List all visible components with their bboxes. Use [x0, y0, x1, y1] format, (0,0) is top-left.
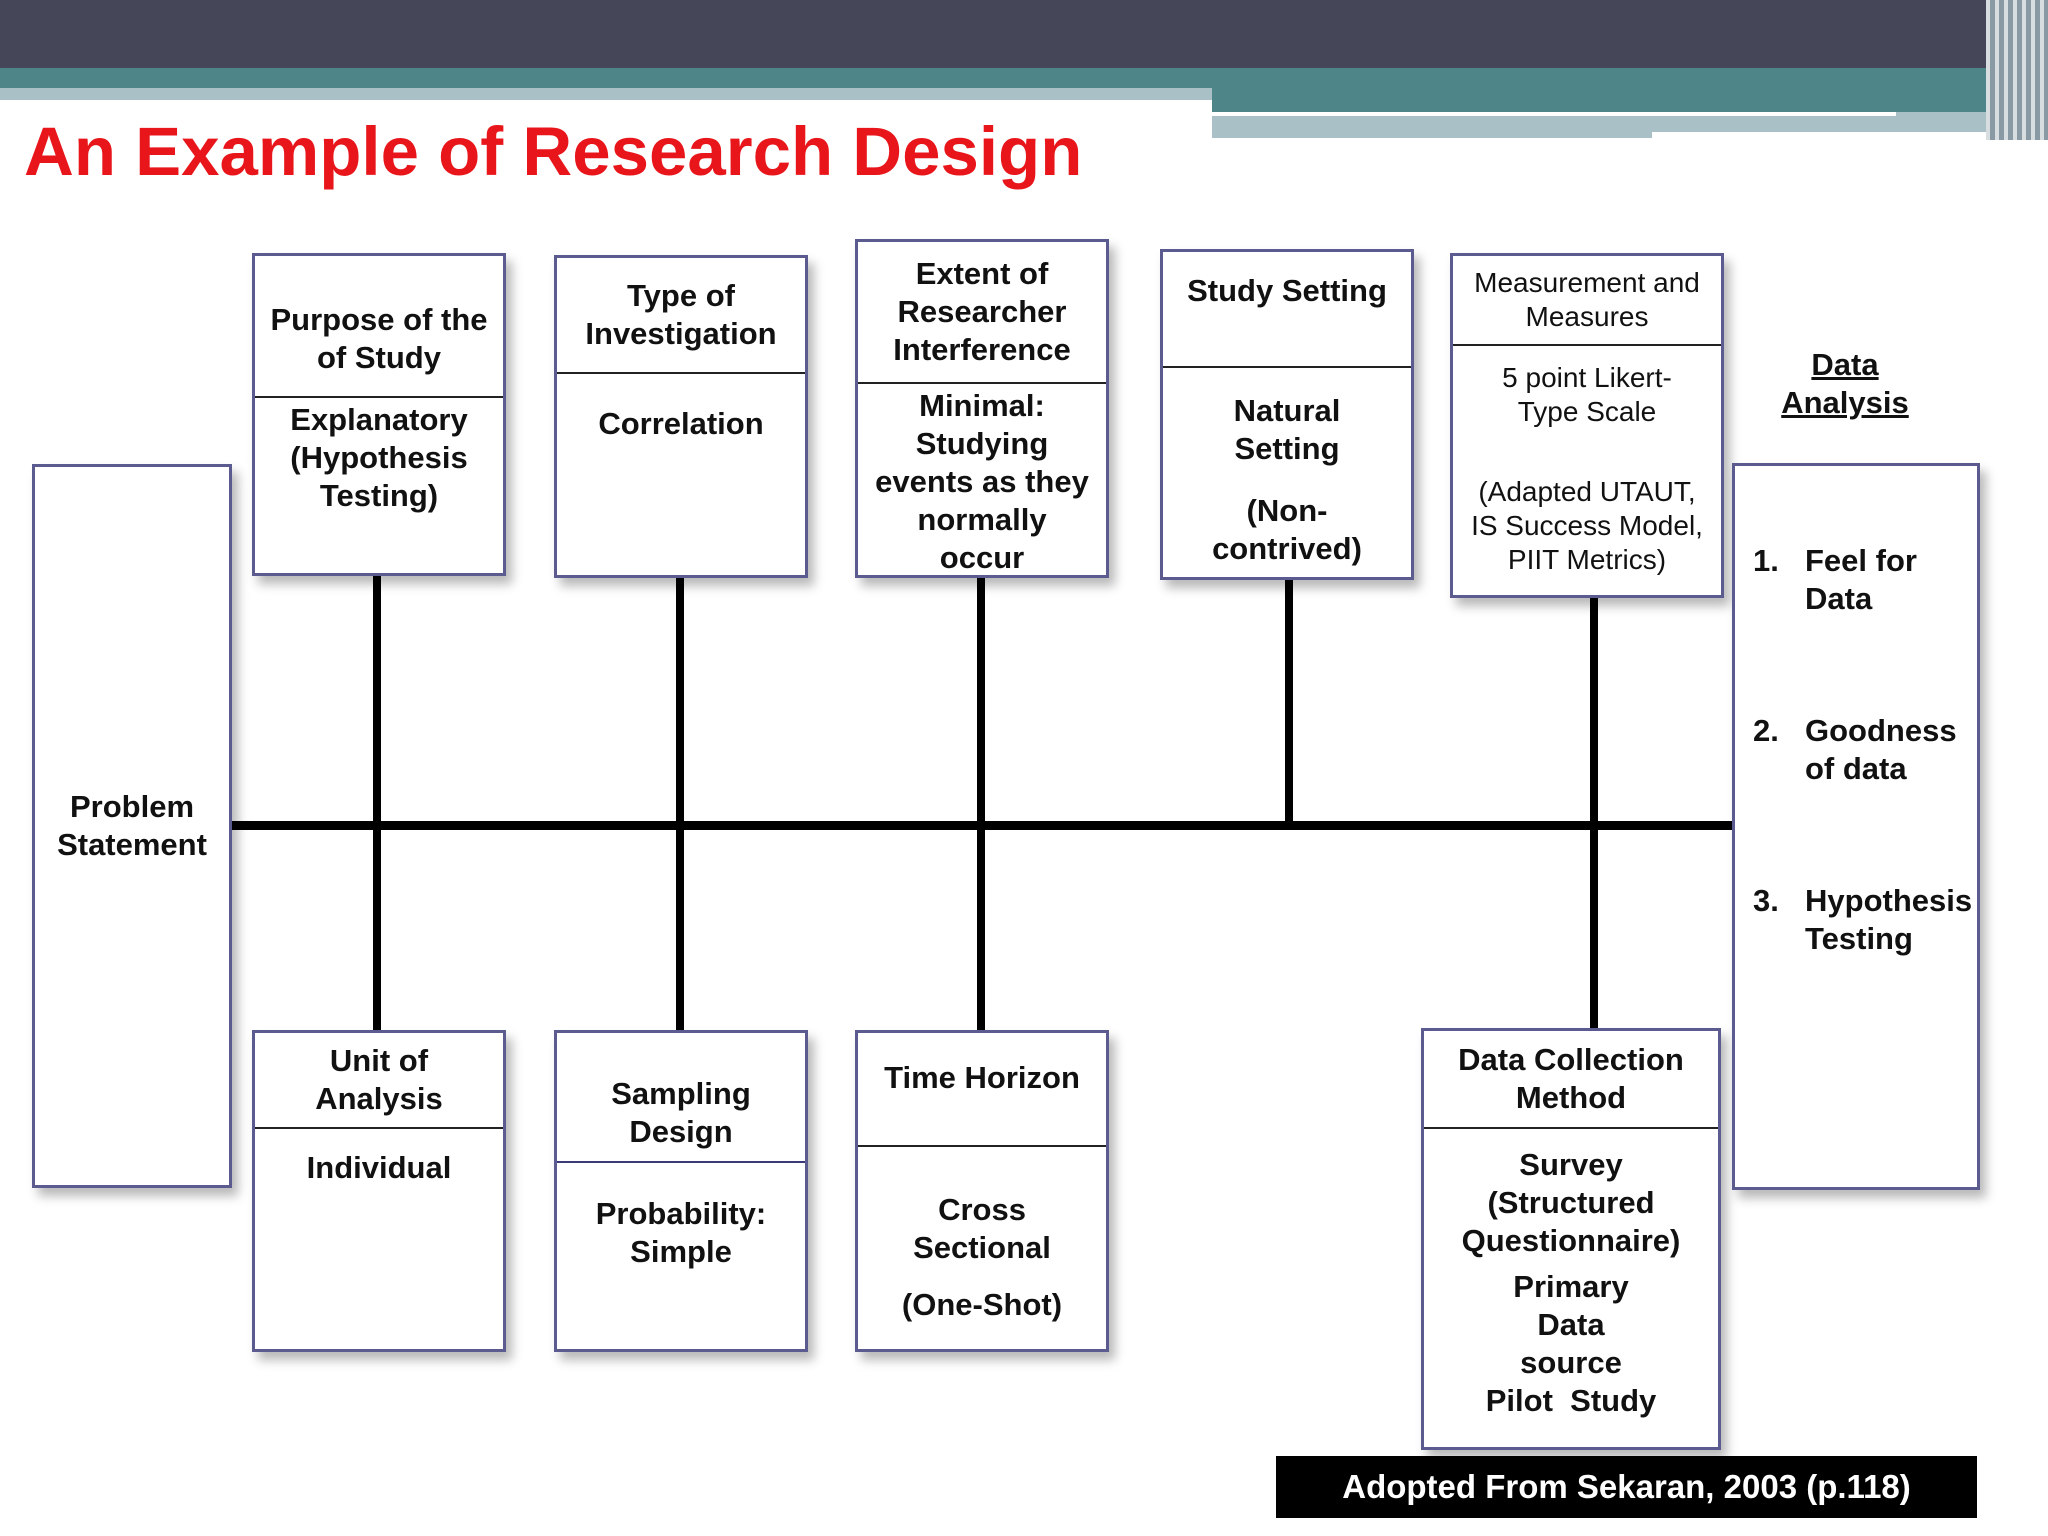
time-horizon-box: Time Horizon Cross Sectional (One-Shot) — [855, 1030, 1109, 1352]
connector-measurement — [1590, 572, 1598, 1030]
sampling-design-divider — [557, 1161, 805, 1163]
investigation-body: Correlation — [598, 406, 764, 441]
citation-banner: Adopted From Sekaran, 2003 (p.118) — [1276, 1456, 1977, 1518]
data-collection-box: Data Collection Method Survey (Structure… — [1421, 1028, 1721, 1450]
slide-title: An Example of Research Design — [24, 113, 1083, 190]
measurement-body-2: (Adapted UTAUT, IS Success Model, PIIT M… — [1471, 476, 1703, 575]
study-setting-body: Natural Setting — [1233, 393, 1341, 466]
measurement-body: 5 point Likert-Type Scale — [1502, 362, 1672, 427]
connector-purpose — [373, 574, 381, 1030]
data-analysis-item-2-text: Goodness of data — [1805, 713, 1957, 786]
interference-box: Extent of Researcher Interference Minima… — [855, 239, 1109, 578]
unit-of-analysis-body: Individual — [306, 1150, 452, 1185]
data-collection-body: Survey (Structured Questionnaire) — [1461, 1147, 1681, 1258]
header-band-teal — [0, 68, 2048, 88]
interference-header: Extent of Researcher Interference — [893, 256, 1071, 367]
time-horizon-body: Cross Sectional — [913, 1192, 1051, 1265]
measurement-box: Measurement and Measures 5 point Likert-… — [1450, 253, 1724, 598]
study-setting-body-2: (Non-contrived) — [1212, 493, 1362, 566]
header-band-teal-right — [1212, 88, 2048, 112]
purpose-body: Explanatory (Hypothesis Testing) — [290, 402, 468, 513]
header-band-light — [0, 88, 1212, 100]
time-horizon-body-2: (One-Shot) — [901, 1287, 1063, 1322]
connector-setting — [1285, 578, 1293, 826]
data-analysis-title: Data Analysis — [1781, 347, 1909, 420]
study-setting-divider — [1163, 366, 1411, 368]
unit-of-analysis-divider — [255, 1127, 503, 1129]
header-band-dark — [0, 0, 2048, 68]
data-analysis-item-1-num: 1. — [1753, 543, 1779, 578]
problem-statement-label: Problem Statement — [57, 789, 207, 862]
study-setting-header: Study Setting — [1187, 273, 1387, 308]
data-collection-header: Data Collection Method — [1458, 1042, 1684, 1115]
unit-of-analysis-box: Unit of Analysis Individual — [252, 1030, 506, 1352]
sampling-design-body: Probability: Simple — [595, 1196, 767, 1269]
data-analysis-item-2-num: 2. — [1753, 713, 1779, 748]
data-analysis-item-1-text: Feel for Data — [1805, 543, 1917, 616]
data-analysis-item-3-text: Hypothesis Testing — [1805, 883, 1973, 956]
measurement-divider — [1453, 344, 1721, 346]
header-band-white-line-2 — [1652, 132, 2012, 138]
measurement-header: Measurement and Measures — [1474, 267, 1700, 332]
header-stripes — [1986, 0, 2048, 140]
connector-investigation — [676, 576, 684, 1030]
data-collection-body-2: Primary Data source — [1513, 1269, 1629, 1380]
time-horizon-header: Time Horizon — [884, 1060, 1080, 1095]
study-setting-box: Study Setting Natural Setting (Non-contr… — [1160, 249, 1414, 580]
investigation-header: Type of Investigation — [585, 278, 777, 351]
interference-divider — [858, 382, 1106, 384]
purpose-header: Purpose of the of Study — [270, 302, 488, 375]
problem-statement-box: Problem Statement — [32, 464, 232, 1188]
investigation-box: Type of Investigation Correlation — [554, 255, 808, 578]
connector-interference — [977, 576, 985, 1030]
data-collection-divider — [1424, 1127, 1718, 1129]
sampling-design-box: Sampling Design Probability: Simple — [554, 1030, 808, 1352]
header-band-white-line — [1212, 112, 1896, 116]
interference-body: Minimal: Studying events as they normall… — [875, 388, 1089, 575]
data-collection-body-3: Pilot Study — [1485, 1383, 1657, 1418]
data-analysis-item-3-num: 3. — [1753, 883, 1779, 918]
purpose-box: Purpose of the of Study Explanatory (Hyp… — [252, 253, 506, 576]
sampling-design-header: Sampling Design — [611, 1076, 751, 1149]
time-horizon-divider — [858, 1145, 1106, 1147]
unit-of-analysis-header: Unit of Analysis — [315, 1043, 443, 1116]
